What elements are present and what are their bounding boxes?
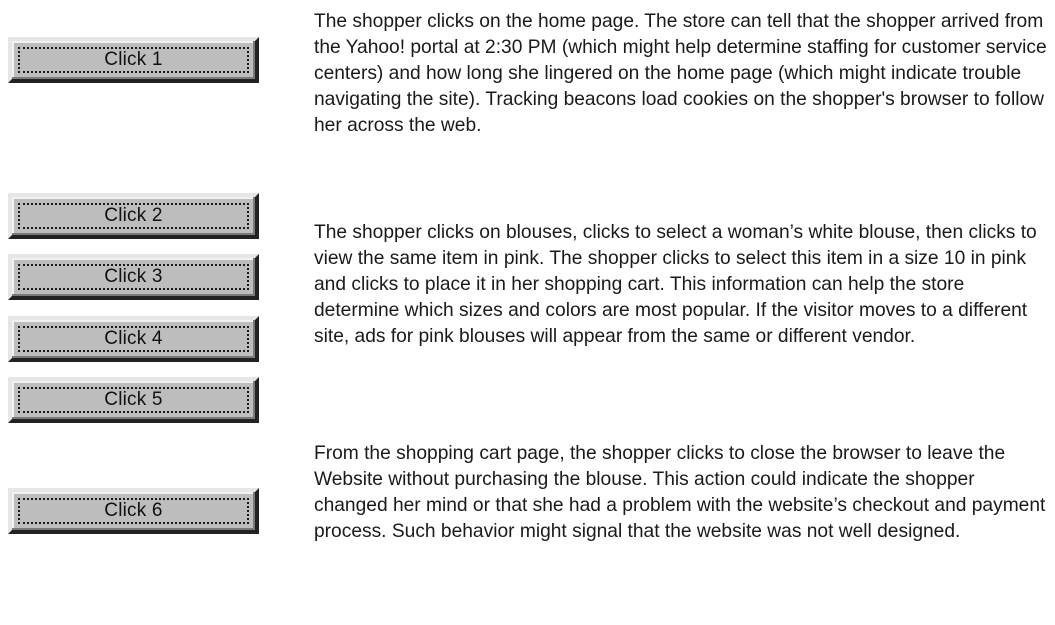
click-4-label: Click 4	[18, 326, 249, 352]
click-5-label: Click 5	[18, 387, 249, 413]
click-1-description: The shopper clicks on the home page. The…	[314, 11, 1047, 136]
click-4-button[interactable]: Click 4	[8, 316, 259, 362]
click-1-label: Click 1	[18, 47, 249, 73]
click-6-button[interactable]: Click 6	[8, 488, 259, 534]
clicks-2-5-description: The shopper clicks on blouses, clicks to…	[314, 222, 1037, 347]
click-6-label: Click 6	[18, 498, 249, 524]
click-3-button[interactable]: Click 3	[8, 254, 259, 300]
click-2-label: Click 2	[18, 203, 249, 229]
click-3-label: Click 3	[18, 264, 249, 290]
click-1-button[interactable]: Click 1	[8, 37, 259, 83]
click-2-button[interactable]: Click 2	[8, 193, 259, 239]
click-6-description: From the shopping cart page, the shopper…	[314, 443, 1046, 542]
click-5-button[interactable]: Click 5	[8, 377, 259, 423]
